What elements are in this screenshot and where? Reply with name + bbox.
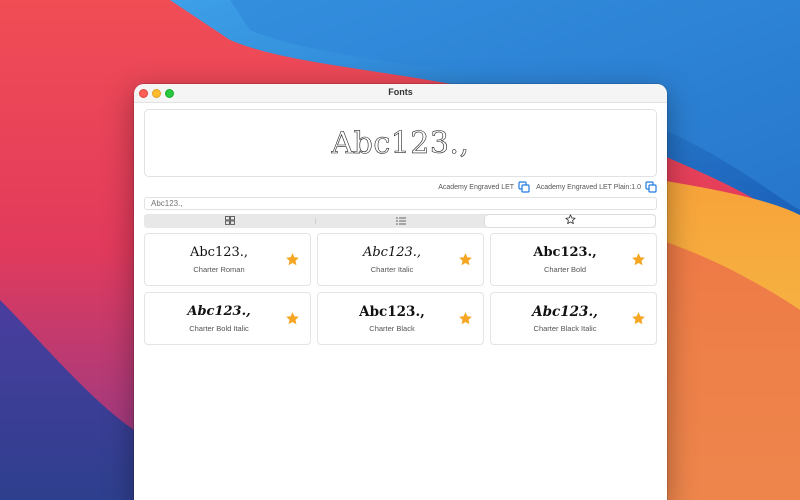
font-sample-text: Abc123.,: [187, 304, 251, 319]
font-fullname-label: Academy Engraved LET Plain:1.0: [536, 183, 641, 191]
font-card[interactable]: Abc123., Charter Italic: [317, 233, 484, 286]
font-sample-text: Abc123.,: [533, 245, 597, 260]
preview-text: Abc123.,: [331, 125, 470, 161]
tab-list-view[interactable]: [316, 215, 486, 227]
font-name-label: Charter Black: [369, 324, 415, 333]
grid-icon: [224, 212, 235, 230]
favorite-star-icon[interactable]: [285, 311, 300, 326]
view-mode-segmented-control: [144, 214, 656, 228]
font-name-label: Charter Bold Italic: [189, 324, 249, 333]
font-name-label: Charter Bold: [543, 265, 587, 274]
font-card[interactable]: Abc123., Charter Bold: [490, 233, 657, 286]
favorite-star-icon[interactable]: [285, 252, 300, 267]
sample-text-input[interactable]: [144, 197, 657, 210]
font-grid: Abc123., Charter Roman Abc123., Charter Ita…: [144, 233, 657, 345]
favorite-star-icon[interactable]: [458, 252, 473, 267]
font-sample-text: Abc123.,: [362, 245, 422, 260]
font-name-label: Charter Italic: [370, 265, 414, 274]
font-sample-text: Abc123.,: [189, 245, 249, 260]
font-card[interactable]: Abc123., Charter Black: [317, 292, 484, 345]
favorite-star-icon[interactable]: [631, 311, 646, 326]
font-family-label: Academy Engraved LET: [438, 183, 515, 191]
font-card[interactable]: Abc123., Charter Black Italic: [490, 292, 657, 345]
list-icon: [395, 212, 406, 230]
favorite-star-icon[interactable]: [458, 311, 473, 326]
copy-family-icon[interactable]: [518, 181, 530, 193]
tab-favorites-view[interactable]: [485, 212, 656, 230]
font-preview: Abc123.,: [144, 109, 657, 177]
font-card[interactable]: Abc123., Charter Roman: [144, 233, 311, 286]
font-info-bar: Academy Engraved LET Academy Engraved LE…: [438, 181, 657, 193]
font-sample-text: Abc123.,: [359, 304, 425, 320]
copy-fullname-icon[interactable]: [645, 181, 657, 193]
tab-grid-view[interactable]: [145, 215, 315, 227]
title-bar[interactable]: Fonts: [134, 84, 667, 103]
star-outline-icon: [565, 212, 576, 230]
font-name-label: Charter Roman: [193, 265, 245, 274]
favorite-star-icon[interactable]: [631, 252, 646, 267]
window-title: Fonts: [388, 87, 413, 97]
font-card[interactable]: Abc123., Charter Bold Italic: [144, 292, 311, 345]
font-sample-text: Abc123.,: [532, 304, 598, 320]
font-name-label: Charter Black Italic: [533, 324, 597, 333]
fonts-window: Fonts Abc123., Academy Engraved LET Acad…: [134, 84, 667, 500]
